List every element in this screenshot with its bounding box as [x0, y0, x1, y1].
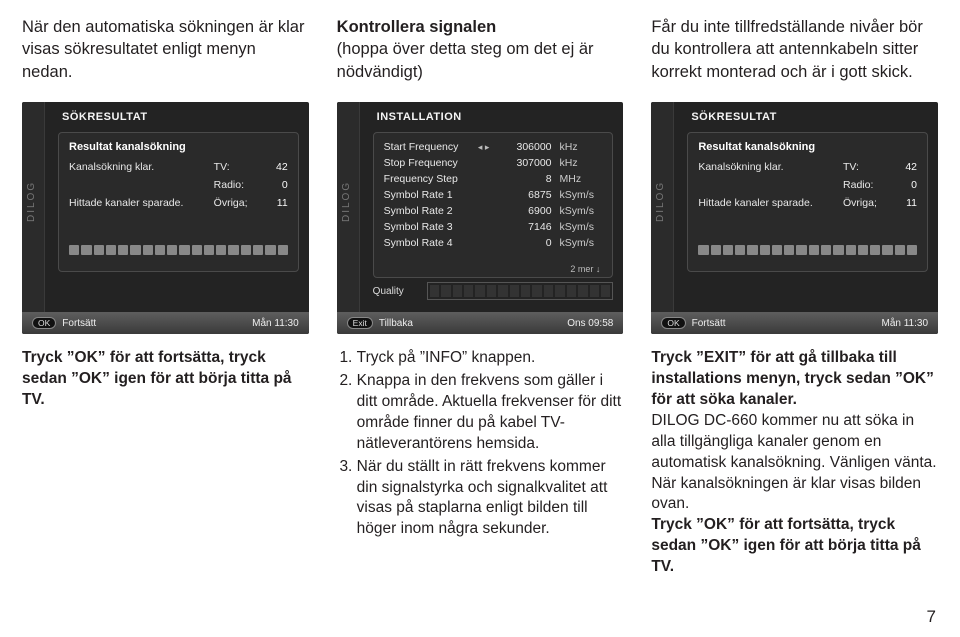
quality-bar: Quality — [373, 278, 614, 304]
param-label: Symbol Rate 2 — [384, 205, 478, 217]
row-label: TV: — [214, 161, 264, 173]
param-value: 8 — [492, 173, 560, 185]
param-unit: kSym/s — [560, 237, 603, 249]
param-unit: MHz — [560, 173, 603, 185]
ok-pill[interactable]: OK — [32, 317, 56, 329]
exit-pill[interactable]: Exit — [347, 317, 373, 329]
param-label: Stop Frequency — [384, 157, 478, 169]
back-label: Tillbaka — [379, 318, 413, 329]
progress-bar — [698, 245, 917, 255]
ok-pill[interactable]: OK — [661, 317, 685, 329]
row-value: 11 — [893, 197, 917, 209]
caption-left: När den automatiska sökningen är klar vi… — [22, 16, 309, 98]
bottom-left: Tryck ”OK” för att fortsätta, tryck seda… — [22, 348, 309, 578]
caption-mid: Kontrollera signalen (hoppa över detta s… — [337, 16, 624, 98]
param-unit: kHz — [560, 141, 603, 153]
caption-mid-sub: (hoppa över detta steg om det ej är nödv… — [337, 40, 594, 80]
step-2: Knappa in den frekvens som gäller i ditt… — [357, 371, 624, 455]
row-label: TV: — [843, 161, 893, 173]
arrows-icon[interactable]: ◂ ▸ — [478, 142, 492, 153]
row-label: Kanalsökning klar. — [698, 161, 843, 173]
brand-vertical: DILOG — [22, 102, 45, 312]
result-heading: Resultat kanalsökning — [698, 141, 917, 153]
row-value: 11 — [264, 197, 288, 209]
quality-label: Quality — [373, 286, 419, 297]
param-unit: kSym/s — [560, 189, 603, 201]
bottom-mid: Tryck på ”INFO” knappen. Knappa in den f… — [337, 348, 624, 578]
panel-footer: OK Fortsätt Mån 11:30 — [651, 312, 938, 334]
param-label: Start Frequency — [384, 141, 478, 153]
instruction-text: DILOG DC-660 kommer nu att söka in alla … — [651, 412, 936, 471]
clock: Mån 11:30 — [252, 318, 299, 329]
param-label: Symbol Rate 1 — [384, 189, 478, 201]
progress-bar — [69, 245, 288, 255]
bottom-right: Tryck ”EXIT” för att gå tillbaka till in… — [651, 348, 938, 578]
param-label: Symbol Rate 3 — [384, 221, 478, 233]
page-number: 7 — [927, 607, 936, 627]
panel-sokresultat-2: DILOG SÖKRESULTAT Resultat kanalsökning … — [651, 102, 938, 334]
panel-sokresultat-1: DILOG SÖKRESULTAT Resultat kanalsökning … — [22, 102, 309, 334]
continue-label: Fortsätt — [62, 318, 96, 329]
row-label: Övriga; — [843, 197, 893, 209]
row-value: 0 — [893, 179, 917, 191]
row-label: Hittade kanaler sparade. — [69, 197, 214, 209]
param-value: 7146 — [492, 221, 560, 233]
brand-vertical: DILOG — [337, 102, 360, 312]
panel-title: SÖKRESULTAT — [691, 111, 777, 123]
clock: Mån 11:30 — [882, 318, 929, 329]
param-value: 306000 — [492, 141, 560, 153]
param-value: 0 — [492, 237, 560, 249]
instruction-text: När kanalsökningen är klar visas bilden … — [651, 475, 921, 513]
param-value: 307000 — [492, 157, 560, 169]
row-label: Radio: — [214, 179, 264, 191]
row-label: Hittade kanaler sparade. — [698, 197, 843, 209]
panel-footer: OK Fortsätt Mån 11:30 — [22, 312, 309, 334]
panel-footer: Exit Tillbaka Ons 09:58 — [337, 312, 624, 334]
row-label: Övriga; — [214, 197, 264, 209]
row-label: Radio: — [843, 179, 893, 191]
panel-title: SÖKRESULTAT — [62, 111, 148, 123]
panel-title: INSTALLATION — [377, 111, 462, 123]
continue-label: Fortsätt — [692, 318, 726, 329]
instruction-text: Tryck ”OK” för att fortsätta, tryck seda… — [22, 349, 292, 408]
param-value: 6900 — [492, 205, 560, 217]
param-unit: kSym/s — [560, 205, 603, 217]
param-label: Frequency Step — [384, 173, 478, 185]
caption-right: Får du inte tillfredställande nivåer bör… — [651, 16, 938, 98]
more-indicator: 2 mer ↓ — [570, 264, 600, 274]
row-value: 0 — [264, 179, 288, 191]
result-heading: Resultat kanalsökning — [69, 141, 288, 153]
clock: Ons 09:58 — [567, 318, 613, 329]
panel-installation: DILOG INSTALLATION Start Frequency◂ ▸306… — [337, 102, 624, 334]
param-value: 6875 — [492, 189, 560, 201]
row-value: 42 — [264, 161, 288, 173]
step-1: Tryck på ”INFO” knappen. — [357, 348, 624, 369]
instruction-bold: Tryck ”EXIT” för att gå tillbaka till in… — [651, 349, 934, 408]
param-unit: kSym/s — [560, 221, 603, 233]
row-value: 42 — [893, 161, 917, 173]
brand-vertical: DILOG — [651, 102, 674, 312]
param-label: Symbol Rate 4 — [384, 237, 478, 249]
step-3: När du ställt in rätt frekvens kommer di… — [357, 457, 624, 541]
param-unit: kHz — [560, 157, 603, 169]
caption-mid-title: Kontrollera signalen — [337, 18, 497, 36]
row-label: Kanalsökning klar. — [69, 161, 214, 173]
instruction-bold: Tryck ”OK” för att fortsätta, tryck seda… — [651, 516, 921, 575]
